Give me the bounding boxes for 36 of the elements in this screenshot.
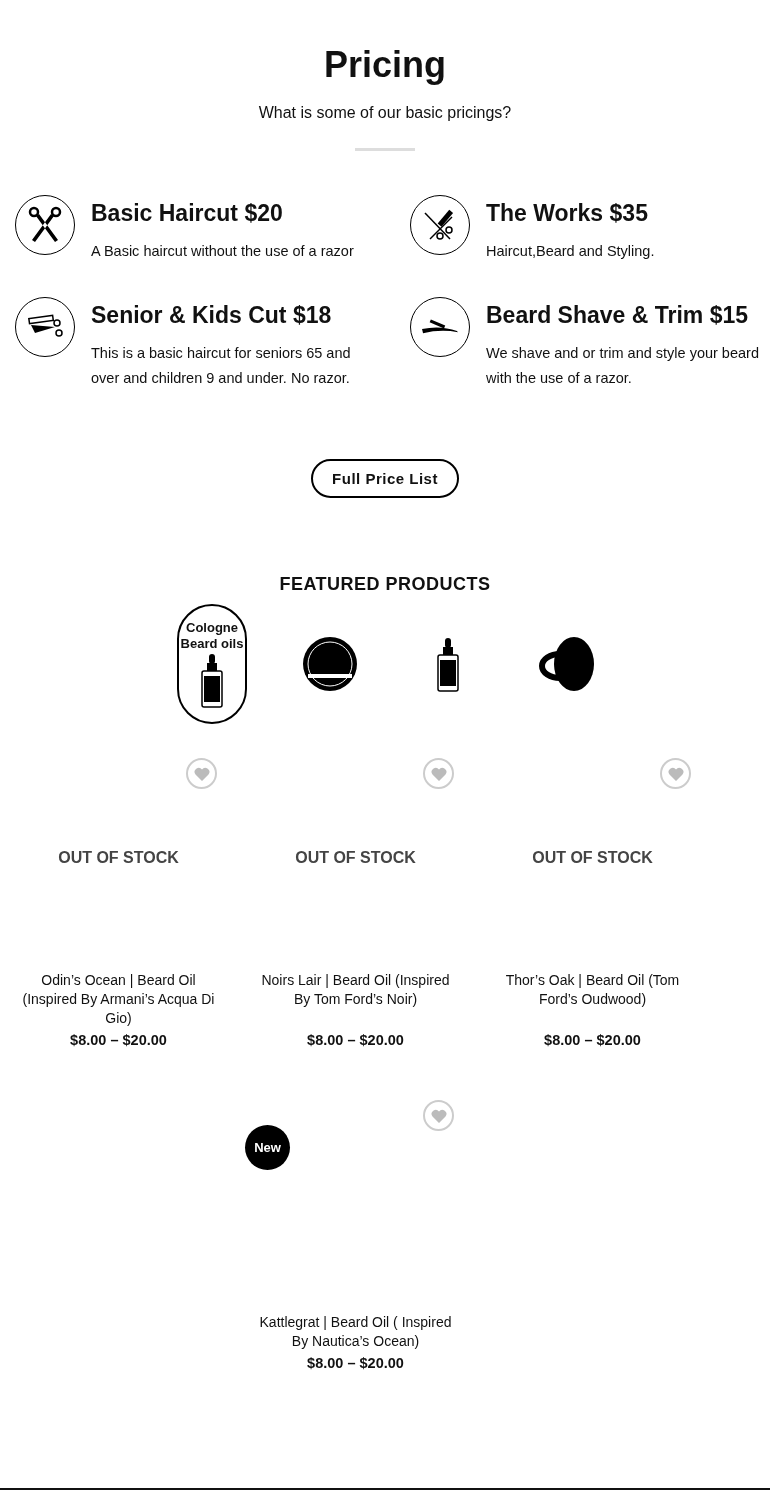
product-price: $8.00 – $20.00 — [544, 1031, 641, 1050]
service-title: Beard Shave & Trim $15 — [486, 301, 750, 330]
product-price: $8.00 – $20.00 — [70, 1031, 167, 1050]
service-description: A Basic haircut without the use of a razor — [91, 242, 354, 261]
section-title: Pricing — [323, 44, 447, 86]
service-description: Haircut,Beard and Styling. — [486, 242, 655, 261]
product-price: $8.00 – $20.00 — [307, 1354, 404, 1373]
out-of-stock-label: OUT OF STOCK — [58, 849, 179, 867]
full-price-list-button[interactable]: Full Price List — [311, 459, 459, 498]
product-name[interactable]: Noirs Lair | Beard Oil (Inspired By Tom Ford’s Noir) — [253, 971, 458, 1009]
section-subtitle: What is some of our basic pricings? — [257, 103, 513, 123]
section-heading: FEATURED PRODUCTS — [278, 573, 492, 595]
out-of-stock-label: OUT OF STOCK — [295, 849, 416, 867]
service-title: Basic Haircut $20 — [91, 199, 284, 228]
tin-icon — [302, 636, 358, 692]
product-price: $8.00 – $20.00 — [307, 1031, 404, 1050]
service-description: This is a basic haircut for seniors 65 and over and children 9 and under. No razor. — [91, 344, 352, 388]
wishlist-button[interactable] — [423, 758, 454, 789]
new-badge: New — [245, 1125, 290, 1170]
heart-icon — [430, 1108, 447, 1123]
open-tin-icon — [538, 636, 594, 692]
heart-icon — [667, 766, 684, 781]
out-of-stock-label: OUT OF STOCK — [532, 849, 653, 867]
wishlist-button[interactable] — [423, 1100, 454, 1131]
product-name[interactable]: Kattlegrat | Beard Oil ( Inspired By Nautica’s Ocean) — [253, 1313, 458, 1351]
service-title: Senior & Kids Cut $18 — [91, 301, 333, 330]
heart-icon — [193, 766, 210, 781]
wishlist-button[interactable] — [660, 758, 691, 789]
razor-icon — [421, 319, 459, 335]
service-description: We shave and or trim and style your beard with the use of a razor. — [486, 344, 760, 388]
product-name[interactable]: Odin’s Ocean | Beard Oil (Inspired By Armani’s Acqua Di Gio) — [16, 971, 221, 1028]
product-name[interactable]: Thor’s Oak | Beard Oil (Tom Ford’s Oudwood) — [490, 971, 695, 1009]
heart-icon — [430, 766, 447, 781]
service-title: The Works $35 — [486, 199, 649, 228]
wishlist-button[interactable] — [186, 758, 217, 789]
category-tab[interactable]: Cologne Beard oils — [177, 604, 247, 724]
